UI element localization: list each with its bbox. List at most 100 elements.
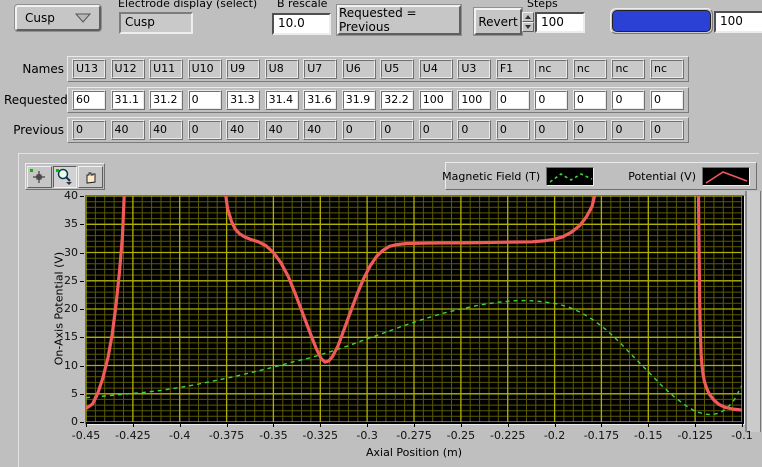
names-cell-12[interactable]: nc (534, 59, 569, 79)
graph-panel-right-bevel (745, 191, 761, 432)
y-tick-label: 30 (64, 245, 78, 259)
names-cell-7[interactable]: U6 (341, 59, 376, 79)
requested-cell-6[interactable]: 31.6 (303, 90, 338, 110)
names-cell-10[interactable]: U3 (457, 59, 492, 79)
names-cell-14[interactable]: nc (611, 59, 646, 79)
requested-value-1: 31.1 (111, 91, 144, 109)
x-tick-label: -0.125 (677, 429, 713, 442)
x-axis-title: Axial Position (m) (365, 446, 462, 459)
names-cell-1[interactable]: U12 (110, 59, 145, 79)
previous-value-15: 0 (650, 121, 683, 139)
revert-button[interactable]: Revert (474, 8, 522, 35)
names-cell-8[interactable]: U5 (380, 59, 415, 79)
names-value-3: U10 (188, 60, 221, 78)
requested-value-11: 0 (496, 91, 529, 109)
requested-cell-5[interactable]: 31.4 (264, 90, 299, 110)
hand-icon (86, 172, 96, 184)
requested-cell-12[interactable]: 0 (534, 90, 569, 110)
names-cell-4[interactable]: U9 (226, 59, 261, 79)
requested-value-13: 0 (573, 91, 606, 109)
names-cell-3[interactable]: U10 (187, 59, 222, 79)
row-label-requested: Requested (4, 93, 68, 107)
requested-cell-2[interactable]: 31.2 (149, 90, 184, 110)
requested-cell-8[interactable]: 32.2 (380, 90, 415, 110)
y-tick-mark (80, 365, 84, 367)
requested-value-14: 0 (612, 91, 645, 109)
names-value-12: nc (535, 60, 568, 78)
x-tick-mark (179, 423, 181, 427)
spinner-up-icon[interactable] (522, 12, 534, 22)
b-rescale-label: B rescale (277, 0, 328, 10)
requested-row: 60 31.1 31.2 0 31.3 31.4 31.6 31.9 32.2 100 100 0 0 0… (67, 87, 689, 113)
preset-dropdown[interactable]: Cusp (15, 5, 101, 31)
steps-input[interactable]: 100 (535, 12, 585, 33)
previous-cell-0: 0 (72, 120, 106, 140)
previous-cell-5: 40 (264, 120, 299, 140)
names-cell-5[interactable]: U8 (264, 59, 299, 79)
legend-sample-1[interactable] (702, 166, 750, 186)
names-value-15: nc (650, 60, 683, 78)
x-tick-label: -0.325 (302, 429, 339, 442)
b-rescale-input[interactable]: 10.0 (272, 13, 331, 35)
requested-cell-9[interactable]: 100 (418, 90, 453, 110)
names-cell-0[interactable]: U13 (72, 59, 106, 79)
previous-value-7: 0 (342, 121, 375, 139)
names-value-11: F1 (496, 60, 529, 78)
x-tick-label: -0.375 (208, 429, 245, 442)
zoom-tool-button[interactable] (52, 165, 78, 188)
plot-area[interactable] (85, 190, 743, 423)
y-tick-label: 25 (64, 273, 78, 287)
y-tick-label: 35 (64, 217, 78, 231)
graph-toolbar (25, 163, 105, 190)
spinner-down-icon[interactable] (522, 22, 534, 32)
requested-cell-3[interactable]: 0 (187, 90, 222, 110)
names-cell-9[interactable]: U4 (418, 59, 453, 79)
y-tick-label: 40 (64, 189, 78, 202)
pan-tool-button[interactable] (78, 165, 104, 188)
requested-cell-1[interactable]: 31.1 (110, 90, 145, 110)
requested-equals-previous-button[interactable]: Requested = Previous (337, 5, 461, 35)
x-tick-label: -0.4 (168, 429, 191, 442)
x-tick-label: -0.3 (356, 429, 378, 442)
requested-cell-0[interactable]: 60 (72, 90, 106, 110)
names-value-8: U5 (381, 60, 414, 78)
requested-cell-7[interactable]: 31.9 (341, 90, 376, 110)
names-value-1: U12 (111, 60, 144, 78)
requested-cell-11[interactable]: 0 (495, 90, 530, 110)
legend-sample-0[interactable] (546, 166, 595, 186)
requested-cell-15[interactable]: 0 (649, 90, 684, 110)
previous-value-12: 0 (535, 121, 568, 139)
x-tick-mark (507, 423, 509, 427)
previous-cell-13: 0 (572, 120, 607, 140)
names-cell-11[interactable]: F1 (495, 59, 530, 79)
requested-cell-4[interactable]: 31.3 (226, 90, 261, 110)
requested-value-7: 31.9 (342, 91, 375, 109)
requested-cell-10[interactable]: 100 (457, 90, 492, 110)
legend-label-0: Magnetic Field (T) (442, 169, 541, 183)
y-tick-label: 10 (64, 358, 78, 372)
x-tick-mark (132, 423, 134, 427)
previous-cell-11: 0 (495, 120, 530, 140)
steps-spinner[interactable] (522, 12, 534, 32)
requested-value-15: 0 (650, 91, 683, 109)
requested-value-5: 31.4 (265, 91, 298, 109)
crosshair-tool-button[interactable] (27, 165, 52, 188)
names-cell-2[interactable]: U11 (149, 59, 184, 79)
x-tick-mark (86, 423, 87, 427)
x-tick-mark (320, 423, 322, 427)
names-value-0: U13 (73, 60, 105, 78)
names-cell-15[interactable]: nc (649, 59, 684, 79)
names-cell-6[interactable]: U7 (303, 59, 338, 79)
names-cell-13[interactable]: nc (572, 59, 607, 79)
previous-value-3: 0 (188, 121, 221, 139)
requested-cell-13[interactable]: 0 (572, 90, 607, 110)
names-value-2: U11 (150, 60, 183, 78)
previous-value-9: 0 (419, 121, 452, 139)
names-value-14: nc (612, 60, 645, 78)
previous-value-13: 0 (573, 121, 606, 139)
requested-cell-14[interactable]: 0 (611, 90, 646, 110)
names-value-7: U6 (342, 60, 375, 78)
requested-value-0: 60 (73, 91, 105, 109)
y-tick-label: 5 (71, 386, 78, 400)
previous-value-1: 40 (111, 121, 144, 139)
